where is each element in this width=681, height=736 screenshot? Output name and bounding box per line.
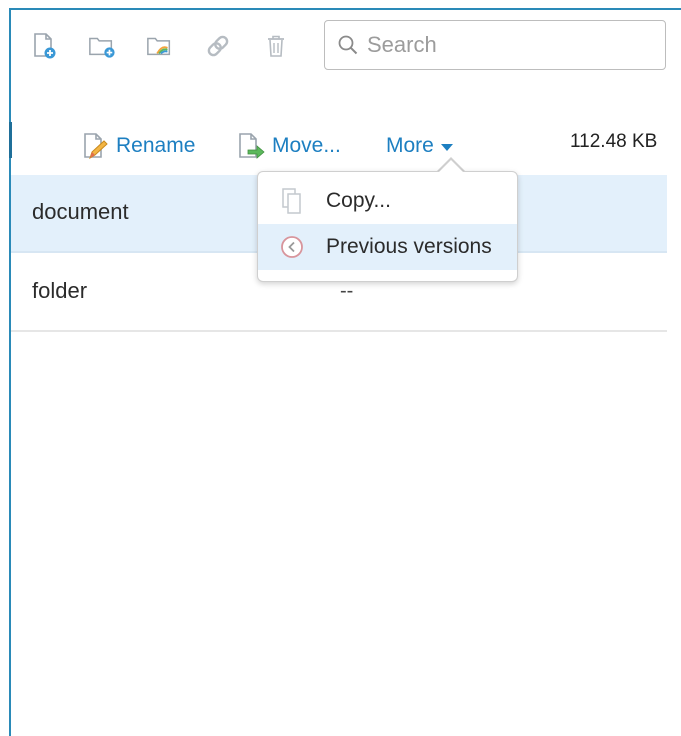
size-column-header: 112.48 KB — [570, 131, 658, 152]
toolbar — [30, 28, 320, 64]
file-name: folder — [32, 278, 88, 303]
upload-folder-icon[interactable] — [146, 32, 174, 60]
copy-icon — [276, 187, 308, 215]
more-label: More — [386, 134, 434, 157]
new-file-icon[interactable] — [30, 32, 58, 60]
menu-item-copy[interactable]: Copy... — [258, 178, 517, 224]
file-size: -- — [340, 280, 354, 302]
file-name: document — [32, 199, 129, 224]
menu-item-label: Copy... — [326, 189, 391, 212]
menu-pointer-fill — [438, 160, 464, 173]
more-menu: Copy... Previous versions — [257, 171, 518, 282]
history-icon — [276, 234, 308, 260]
move-label: Move... — [272, 134, 341, 157]
link-icon[interactable] — [204, 32, 232, 60]
caret-down-icon — [440, 144, 453, 151]
search-input[interactable] — [367, 32, 647, 58]
move-icon — [236, 131, 266, 161]
search-box[interactable] — [324, 20, 666, 70]
move-action[interactable]: Move... — [236, 128, 341, 164]
trash-icon[interactable] — [262, 32, 290, 60]
menu-item-previous-versions[interactable]: Previous versions — [258, 224, 517, 270]
search-icon — [338, 35, 358, 55]
rename-action[interactable]: Rename — [80, 128, 195, 164]
menu-item-label: Previous versions — [326, 235, 492, 258]
frame-indicator — [9, 122, 12, 158]
new-folder-icon[interactable] — [88, 32, 116, 60]
app-frame — [9, 8, 681, 736]
rename-label: Rename — [116, 134, 196, 157]
rename-icon — [80, 131, 110, 161]
